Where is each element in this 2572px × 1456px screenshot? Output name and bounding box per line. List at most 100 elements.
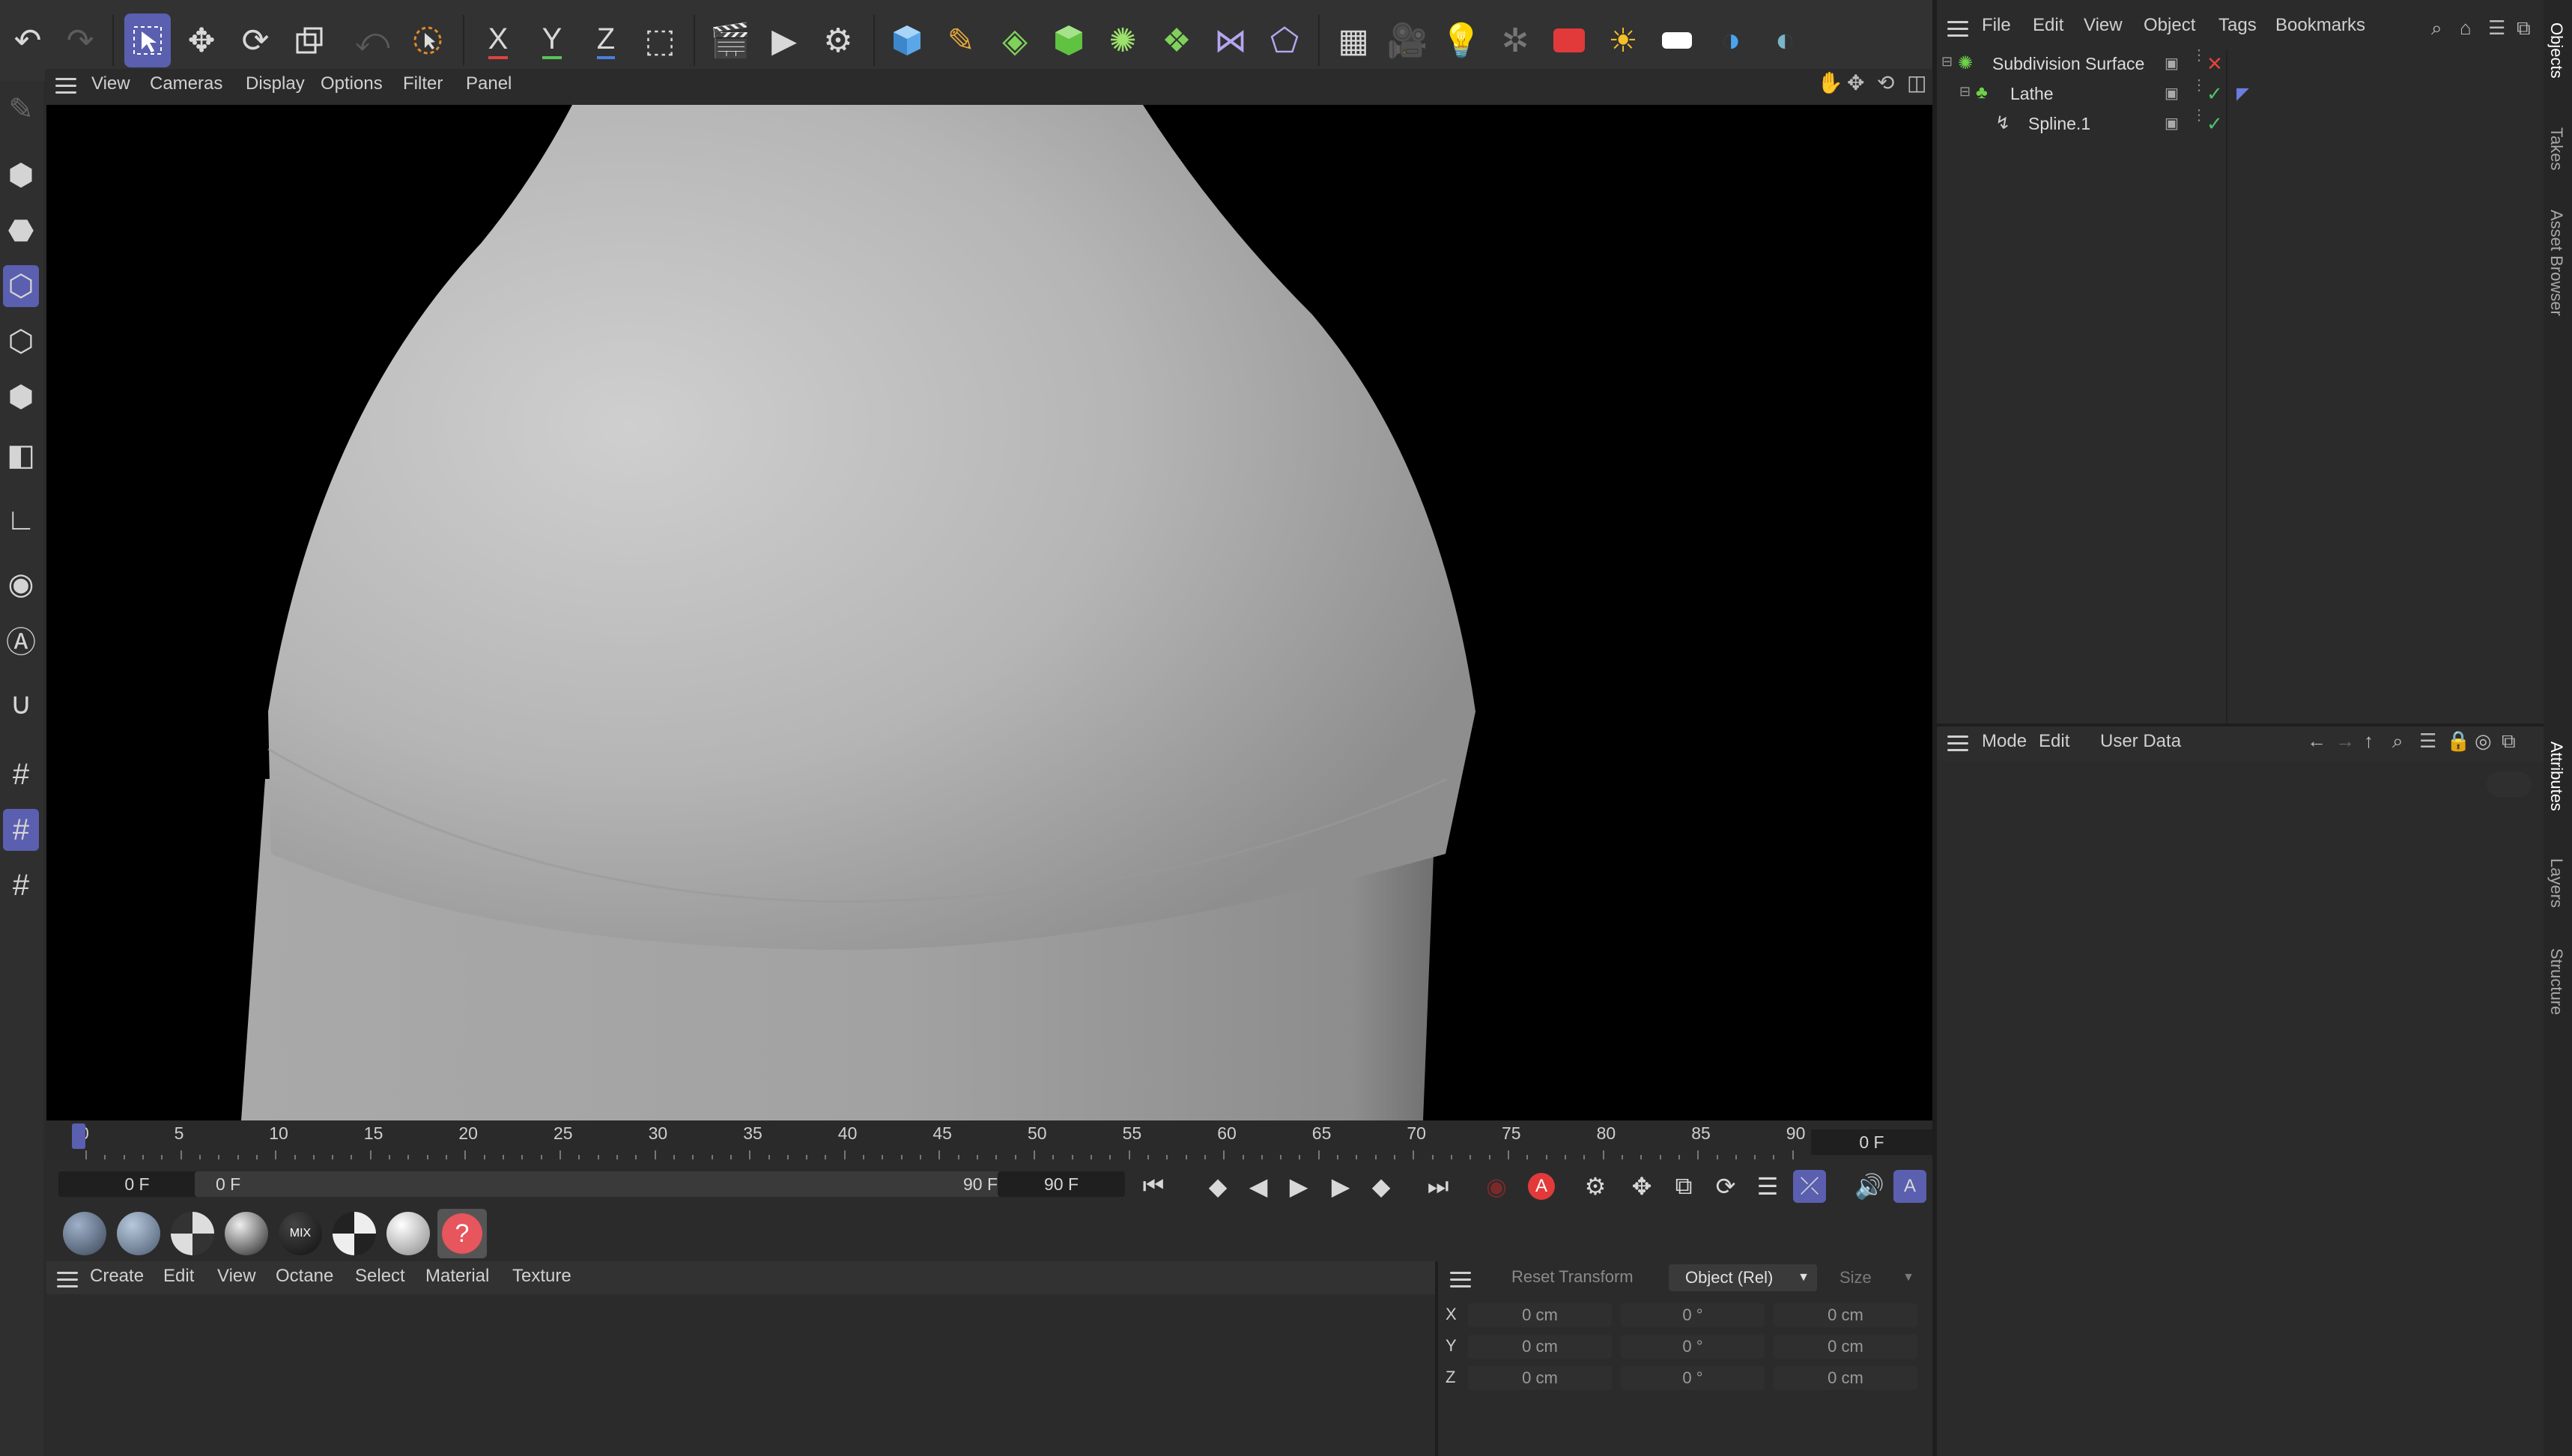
redo-icon[interactable]: ↷ [57,13,103,67]
filter-icon[interactable]: ☰ [2419,729,2436,753]
subdivision-surface-icon[interactable] [1046,13,1092,67]
environment-icon[interactable]: ◑ [1708,13,1754,67]
reset-transform-button[interactable]: Reset Transform [1511,1267,1634,1287]
position-z-field[interactable]: 0 cm [1468,1366,1612,1390]
y-axis-lock[interactable]: Y [529,13,575,67]
workplane-icon[interactable]: # [3,753,39,795]
collapse-icon[interactable]: ⊟ [1941,54,1953,70]
octane-icon[interactable]: ✲ [1492,13,1538,67]
last-tool-icon[interactable]: ⤺ [349,13,395,67]
transform-tool-icon[interactable] [404,13,451,67]
pan-icon[interactable]: ✋ [1817,70,1843,95]
rotation-z-field[interactable]: 0 ° [1621,1366,1765,1390]
octane-camera-icon[interactable] [1546,13,1592,67]
position-x-field[interactable]: 0 cm [1468,1303,1612,1327]
tab-attributes[interactable]: Attributes [2547,741,2566,811]
area-light-icon[interactable] [1654,13,1700,67]
objects-menu-icon[interactable] [1947,21,1968,37]
material-swatch[interactable] [63,1212,106,1255]
go-to-end-icon[interactable]: ⏭ [1422,1170,1455,1203]
material-swatch[interactable] [171,1212,214,1255]
collapse-icon[interactable]: ⊟ [1959,84,1971,100]
solo-mode-icon[interactable]: ◉ [3,563,39,605]
locked-workplane-icon[interactable]: # [3,809,39,851]
menu-user-data[interactable]: User Data [2100,731,2181,752]
timeline-ruler[interactable]: 051015202530354045505560657075808590 [46,1120,1932,1159]
render-picture-viewer-icon[interactable]: ▶ [761,13,807,67]
undo-icon[interactable]: ↶ [4,13,51,67]
orbit-icon[interactable]: ⟲ [1877,70,1894,95]
previous-frame-icon[interactable]: ◀ [1242,1170,1275,1203]
previous-key-icon[interactable]: ◆ [1201,1170,1234,1203]
rotation-y-field[interactable]: 0 ° [1621,1335,1765,1359]
tab-takes[interactable]: Takes [2547,127,2566,170]
filter-icon[interactable]: ☰ [2488,16,2505,40]
target-icon[interactable]: ◎ [2475,729,2492,753]
back-arrow-icon[interactable]: ← [2307,729,2326,753]
menu-create[interactable]: Create [90,1266,144,1287]
cloner-icon[interactable]: ✺ [1100,13,1146,67]
layer-icon[interactable]: ▣ [2165,54,2179,73]
current-frame-display[interactable]: 0 F [1811,1129,1932,1155]
next-frame-icon[interactable]: ▶ [1324,1170,1357,1203]
axis-mode-icon[interactable]: ∟ [3,499,39,541]
animation-mode-icon[interactable]: A [1893,1170,1926,1203]
menu-view[interactable]: View [217,1266,256,1287]
cube-icon[interactable] [884,13,930,67]
key-position-icon[interactable]: ✥ [1625,1170,1658,1203]
key-pla-icon[interactable]: ⤫ [1793,1170,1826,1203]
menu-cameras[interactable]: Cameras [150,73,222,94]
points-mode-icon[interactable]: ⬡ [3,265,39,307]
menu-file[interactable]: File [1982,15,2011,36]
search-icon[interactable]: ⌕ [2431,16,2442,40]
object-row[interactable]: ↯ Spline.1 ▣ ⋮ ✓ [1937,108,2536,139]
material-swatch[interactable] [333,1212,376,1255]
tab-asset-browser[interactable]: Asset Browser [2547,210,2566,316]
scale-tool-icon[interactable] [286,13,333,67]
key-scale-icon[interactable]: ⧉ [1667,1170,1700,1203]
range-slider[interactable]: 0 F 90 F [195,1171,1020,1197]
generator-icon[interactable]: ◈ [992,13,1038,67]
rotate-tool-icon[interactable]: ⟳ [232,13,279,67]
home-icon[interactable]: ⌂ [2460,16,2472,40]
material-swatch[interactable] [117,1212,160,1255]
rotation-x-field[interactable]: 0 ° [1621,1303,1765,1327]
menu-edit[interactable]: Edit [2033,15,2063,36]
render-settings-icon[interactable]: ⚙ [815,13,861,67]
menu-mode[interactable]: Mode [1982,731,2027,752]
lock-icon[interactable]: 🔒 [2446,729,2470,753]
visibility-dots-icon[interactable]: ⋮ [2192,78,2206,93]
3d-viewport[interactable] [46,105,1932,1120]
texture-mode-icon[interactable]: ⬣ [3,210,39,252]
mix-material-swatch[interactable]: MIX [279,1212,322,1255]
maximize-view-icon[interactable]: ◫ [1907,70,1926,95]
coordinate-system-icon[interactable]: ⬚ [637,13,683,67]
menu-octane[interactable]: Octane [276,1266,333,1287]
toggle[interactable] [2487,771,2532,797]
select-tool-icon[interactable] [124,13,171,67]
record-keys-icon[interactable]: ◉ [1480,1170,1513,1203]
key-settings-icon[interactable]: ⚙ [1579,1170,1612,1203]
menu-edit[interactable]: Edit [2039,731,2069,752]
menu-texture[interactable]: Texture [512,1266,571,1287]
attributes-menu-icon[interactable] [1947,735,1968,752]
next-key-icon[interactable]: ◆ [1365,1170,1398,1203]
tab-objects[interactable]: Objects [2547,22,2566,79]
tag-icon[interactable]: ◤ [2236,84,2249,103]
autokey-icon[interactable]: A [1525,1170,1558,1203]
layer-icon[interactable]: ▣ [2165,114,2179,133]
x-axis-lock[interactable]: X [475,13,521,67]
menu-view[interactable]: View [2084,15,2123,36]
menu-view[interactable]: View [91,73,130,94]
key-param-icon[interactable]: ☰ [1751,1170,1784,1203]
coordinate-mode-select[interactable]: Object (Rel) ▼ [1669,1264,1817,1291]
deformer-icon[interactable]: ⋈ [1207,13,1254,67]
size-y-field[interactable]: 0 cm [1774,1335,1917,1359]
render-view-icon[interactable]: 🎬 [707,13,753,67]
polygons-mode-icon[interactable]: ⬢ [3,376,39,418]
start-frame-field[interactable]: 0 F [58,1171,216,1197]
material-swatch[interactable] [225,1212,268,1255]
layer-icon[interactable]: ▣ [2165,84,2179,103]
size-x-field[interactable]: 0 cm [1774,1303,1917,1327]
menu-panel[interactable]: Panel [466,73,512,94]
